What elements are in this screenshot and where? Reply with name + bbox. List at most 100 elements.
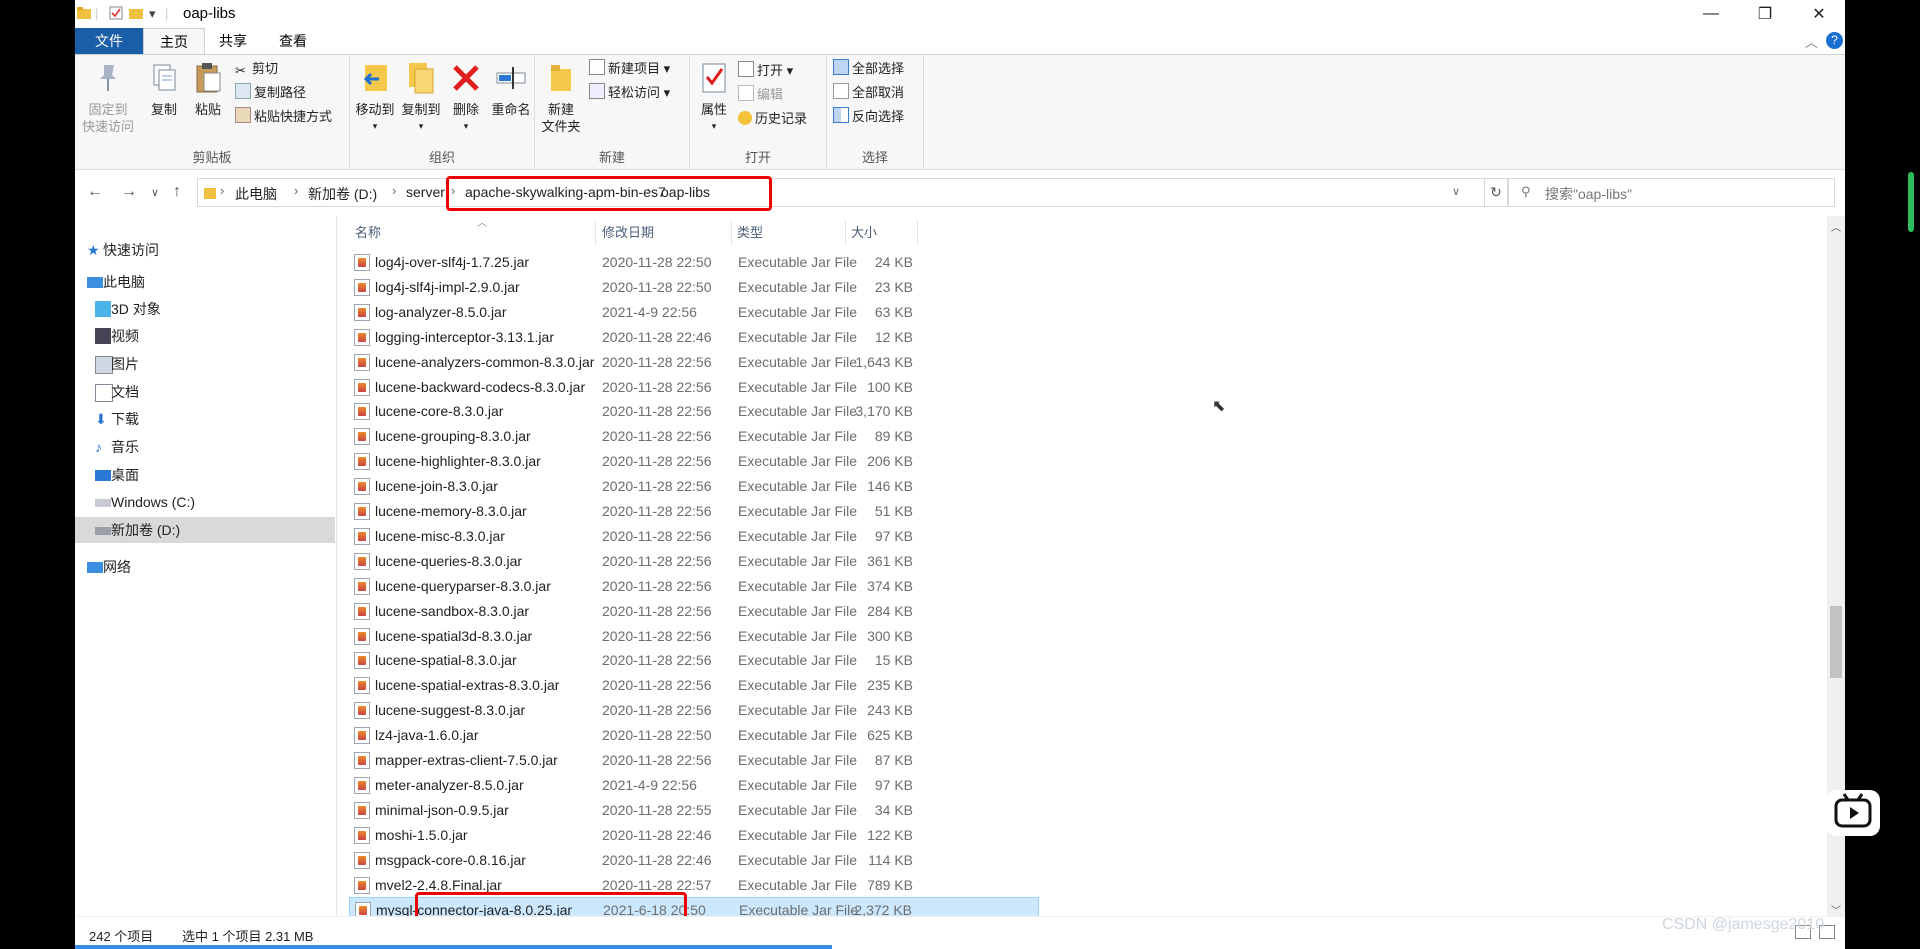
file-row[interactable]: lucene-join-8.3.0.jar 2020-11-28 22:56 Exe…	[349, 474, 1039, 499]
easy-access-button[interactable]: 轻松访问 ▾	[589, 83, 670, 103]
nav-downloads[interactable]: ⬇ 下载	[75, 406, 335, 432]
nav-documents[interactable]: 文档	[75, 379, 335, 405]
nav-this-pc[interactable]: 此电脑	[75, 269, 335, 295]
column-header-name[interactable]: 名称	[355, 220, 381, 246]
nav-quick-access[interactable]: ★ 快速访问	[75, 237, 335, 263]
file-row[interactable]: lucene-suggest-8.3.0.jar 2020-11-28 22:56…	[349, 698, 1039, 723]
column-header-type[interactable]: 类型	[737, 220, 763, 246]
tab-view[interactable]: 查看	[265, 28, 321, 54]
invert-selection-button[interactable]: 反向选择	[833, 107, 904, 127]
file-row[interactable]: lucene-misc-8.3.0.jar 2020-11-28 22:56 Exe…	[349, 524, 1039, 549]
tab-share[interactable]: 共享	[205, 28, 261, 54]
search-box[interactable]: ⚲ 搜索"oap-libs"	[1508, 178, 1835, 207]
file-row[interactable]: log4j-over-slf4j-1.7.25.jar 2020-11-28 22…	[349, 250, 1039, 275]
nav-label: 新加卷 (D:)	[111, 522, 181, 538]
column-header-size[interactable]: 大小	[851, 220, 877, 246]
column-divider[interactable]	[731, 220, 732, 246]
nav-desktop[interactable]: 桌面	[75, 462, 335, 488]
file-row[interactable]: msgpack-core-0.8.16.jar 2020-11-28 22:46 E…	[349, 848, 1039, 873]
column-divider[interactable]	[917, 220, 918, 246]
file-row[interactable]: lucene-highlighter-8.3.0.jar 2020-11-28 2…	[349, 449, 1039, 474]
help-icon[interactable]: ?	[1826, 32, 1843, 49]
file-row[interactable]: logging-interceptor-3.13.1.jar 2020-11-28…	[349, 325, 1039, 350]
copy-path-icon	[235, 83, 251, 99]
file-row[interactable]: log-analyzer-8.5.0.jar 2021-4-9 22:56 Exec…	[349, 300, 1039, 325]
file-row[interactable]: lucene-sandbox-8.3.0.jar 2020-11-28 22:56…	[349, 599, 1039, 624]
title-bar: | ▾ | oap-libs — ❐ ✕	[75, 0, 1845, 28]
jar-file-icon	[354, 776, 370, 794]
file-row[interactable]: moshi-1.5.0.jar 2020-11-28 22:46 Executabl…	[349, 823, 1039, 848]
file-row[interactable]: mapper-extras-client-7.5.0.jar 2020-11-28…	[349, 748, 1039, 773]
properties-button[interactable]: 属性 ▾	[694, 61, 734, 135]
paste-shortcut-button[interactable]: 粘贴快捷方式	[235, 107, 332, 127]
file-row[interactable]: lucene-memory-8.3.0.jar 2020-11-28 22:56 E…	[349, 499, 1039, 524]
nav-pictures[interactable]: 图片	[75, 351, 335, 377]
file-date: 2020-11-28 22:46	[602, 851, 712, 868]
recent-locations-chevron-icon[interactable]: ∨	[151, 186, 159, 199]
file-row[interactable]: lucene-queries-8.3.0.jar 2020-11-28 22:56…	[349, 549, 1039, 574]
file-row[interactable]: lucene-spatial3d-8.3.0.jar 2020-11-28 22:…	[349, 624, 1039, 649]
file-row[interactable]: meter-analyzer-8.5.0.jar 2021-4-9 22:56 Ex…	[349, 773, 1039, 798]
back-arrow-icon[interactable]: ←	[87, 183, 103, 201]
nav-videos[interactable]: 视频	[75, 323, 335, 349]
cut-button[interactable]: ✂ 剪切	[235, 59, 278, 79]
nav-network[interactable]: 网络	[75, 554, 335, 580]
video-player-icon[interactable]	[1826, 790, 1880, 836]
select-none-button[interactable]: 全部取消	[833, 83, 904, 103]
column-header-date[interactable]: 修改日期	[602, 220, 654, 246]
delete-button[interactable]: 删除 ▾	[446, 61, 486, 135]
maximize-button[interactable]: ❐	[1738, 0, 1792, 28]
select-all-button[interactable]: 全部选择	[833, 59, 904, 79]
file-row[interactable]: lucene-core-8.3.0.jar 2020-11-28 22:56 Exe…	[349, 399, 1039, 424]
tab-home[interactable]: 主页	[143, 28, 205, 55]
forward-arrow-icon[interactable]: →	[121, 183, 137, 201]
file-row[interactable]: lucene-spatial-extras-8.3.0.jar 2020-11-2…	[349, 673, 1039, 698]
file-row[interactable]: lucene-backward-codecs-8.3.0.jar 2020-11-…	[349, 375, 1039, 400]
open-button[interactable]: 打开 ▾	[738, 61, 793, 81]
properties-quick-icon[interactable]	[109, 6, 123, 23]
customize-quick-access-icon[interactable]: ▾	[149, 6, 156, 22]
select-none-icon	[833, 83, 849, 99]
refresh-icon[interactable]: ↻	[1485, 178, 1508, 207]
pin-quick-access-button[interactable]: 固定到 快速访问	[79, 61, 137, 135]
scrollbar-thumb[interactable]	[1830, 606, 1842, 678]
paste-button[interactable]: 粘贴	[187, 61, 229, 118]
edit-button[interactable]: 编辑	[738, 85, 783, 105]
rename-button[interactable]: 重命名	[490, 61, 532, 118]
nav-3d-objects[interactable]: 3D 对象	[75, 296, 335, 322]
column-divider[interactable]	[595, 220, 596, 246]
minimize-button[interactable]: —	[1684, 0, 1738, 28]
new-folder-quick-icon[interactable]	[129, 6, 143, 23]
file-size: 87 KB	[874, 752, 913, 768]
copy-button[interactable]: 复制	[143, 61, 185, 118]
address-history-chevron-icon[interactable]: ∨	[1452, 185, 1460, 198]
nav-drive-d[interactable]: 新加卷 (D:)	[75, 517, 335, 543]
new-item-button[interactable]: 新建项目 ▾	[589, 59, 670, 79]
invert-selection-icon	[833, 107, 849, 123]
nav-music[interactable]: ♪ 音乐	[75, 434, 335, 460]
up-arrow-icon[interactable]: ↑	[173, 183, 181, 201]
file-row[interactable]: lucene-grouping-8.3.0.jar 2020-11-28 22:5…	[349, 424, 1039, 449]
crumb-drive-d[interactable]: 新加卷 (D:)	[308, 184, 377, 204]
collapse-ribbon-icon[interactable]: ︿	[1805, 32, 1818, 51]
file-row[interactable]: lucene-spatial-8.3.0.jar 2020-11-28 22:56…	[349, 648, 1039, 673]
file-row[interactable]: lucene-queryparser-8.3.0.jar 2020-11-28 2…	[349, 574, 1039, 599]
history-button[interactable]: 历史记录	[738, 109, 807, 129]
new-folder-button[interactable]: 新建 文件夹	[537, 61, 585, 135]
column-divider[interactable]	[845, 220, 846, 246]
crumb-server[interactable]: server	[406, 184, 445, 200]
address-bar[interactable]: › 此电脑 › 新加卷 (D:) › server › apache-skywa…	[197, 178, 1485, 207]
copy-to-button[interactable]: 复制到 ▾	[400, 61, 442, 135]
copy-path-button[interactable]: 复制路径	[235, 83, 306, 103]
file-row[interactable]: minimal-json-0.9.5.jar 2020-11-28 22:55 Ex…	[349, 798, 1039, 823]
tab-file[interactable]: 文件	[75, 28, 143, 54]
file-row[interactable]: lz4-java-1.6.0.jar 2020-11-28 22:50 Execut…	[349, 723, 1039, 748]
close-button[interactable]: ✕	[1792, 0, 1845, 28]
file-row[interactable]: lucene-analyzers-common-8.3.0.jar 2020-11…	[349, 350, 1039, 375]
scroll-down-icon[interactable]: ﹀	[1831, 902, 1841, 917]
crumb-this-pc[interactable]: 此电脑	[235, 184, 277, 204]
nav-drive-c[interactable]: Windows (C:)	[75, 489, 335, 515]
file-row[interactable]: log4j-slf4j-impl-2.9.0.jar 2020-11-28 22:…	[349, 275, 1039, 300]
move-to-button[interactable]: 移动到 ▾	[354, 61, 396, 135]
scroll-up-icon[interactable]: ︿	[1831, 219, 1841, 234]
